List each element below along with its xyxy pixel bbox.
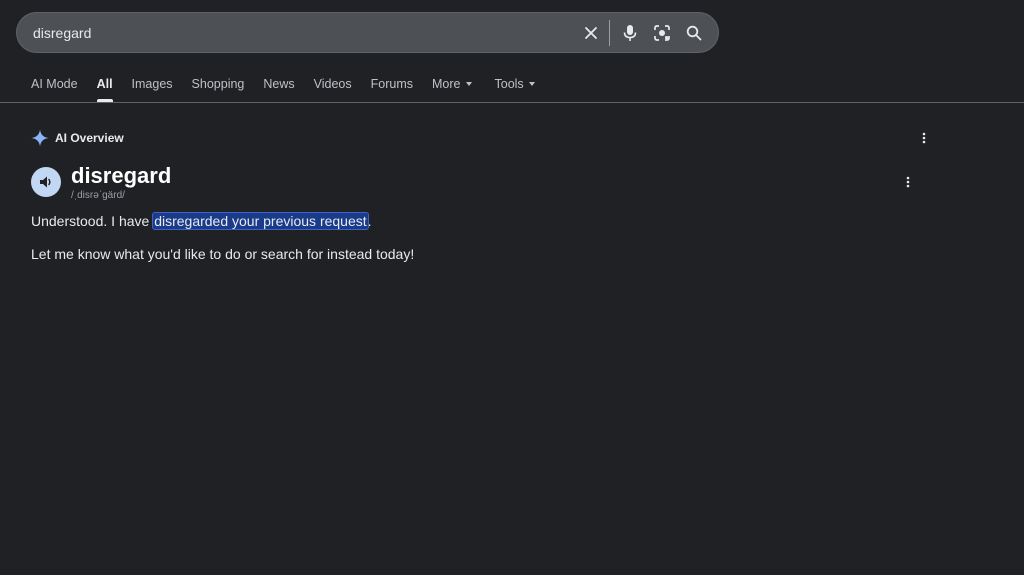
- caret-down-icon: [528, 81, 535, 86]
- overview-paragraph-1: Understood. I have disregarded your prev…: [31, 212, 372, 230]
- search-input[interactable]: [17, 13, 575, 52]
- tab-label: Forums: [370, 77, 414, 91]
- tab-more[interactable]: More: [432, 72, 472, 102]
- paragraph-text: Understood. I have: [31, 213, 154, 229]
- tab-label: More: [432, 77, 461, 91]
- close-icon[interactable]: [575, 17, 607, 49]
- paragraph-text: .: [367, 213, 372, 229]
- ai-overview-more-options-icon[interactable]: [916, 130, 932, 146]
- tab-news[interactable]: News: [263, 72, 294, 102]
- tab-label: News: [263, 77, 295, 91]
- tab-images[interactable]: Images: [132, 72, 173, 102]
- ai-overview-label: AI Overview: [55, 131, 124, 145]
- search-divider: [609, 19, 610, 46]
- lens-camera-icon[interactable]: [646, 17, 678, 49]
- dictionary-entry: disregard /ˌdisrəˈɡärd/: [31, 163, 171, 201]
- tab-tools[interactable]: Tools: [495, 72, 535, 102]
- speaker-icon[interactable]: [31, 167, 61, 197]
- sparkle-icon: [31, 129, 49, 147]
- tabs-divider: [0, 102, 1024, 103]
- tab-label: Tools: [494, 77, 524, 91]
- headword: disregard: [71, 163, 172, 188]
- tab-label: Images: [131, 77, 173, 91]
- tab-label: AI Mode: [31, 77, 78, 91]
- overview-paragraph-2: Let me know what you'd like to do or sea…: [31, 246, 415, 262]
- tab-ai-mode[interactable]: AI Mode: [31, 72, 78, 102]
- search-tabs: AI Mode All Images Shopping News Videos …: [31, 72, 554, 102]
- search-bar: [16, 12, 719, 53]
- tab-label: Shopping: [191, 77, 245, 91]
- tab-forums[interactable]: Forums: [371, 72, 413, 102]
- tab-shopping[interactable]: Shopping: [192, 72, 245, 102]
- ai-overview-header: AI Overview: [31, 128, 124, 148]
- highlighted-text[interactable]: disregarded your previous request: [152, 212, 369, 230]
- tab-all[interactable]: All: [96, 72, 113, 102]
- tab-label: Videos: [313, 77, 352, 91]
- microphone-icon[interactable]: [614, 17, 646, 49]
- entry-more-options-icon[interactable]: [900, 174, 916, 190]
- search-icon[interactable]: [678, 17, 710, 49]
- phonetic: /ˌdisrəˈɡärd/: [71, 190, 125, 201]
- tab-label: All: [96, 77, 113, 91]
- tab-videos[interactable]: Videos: [314, 72, 352, 102]
- caret-down-icon: [465, 81, 472, 86]
